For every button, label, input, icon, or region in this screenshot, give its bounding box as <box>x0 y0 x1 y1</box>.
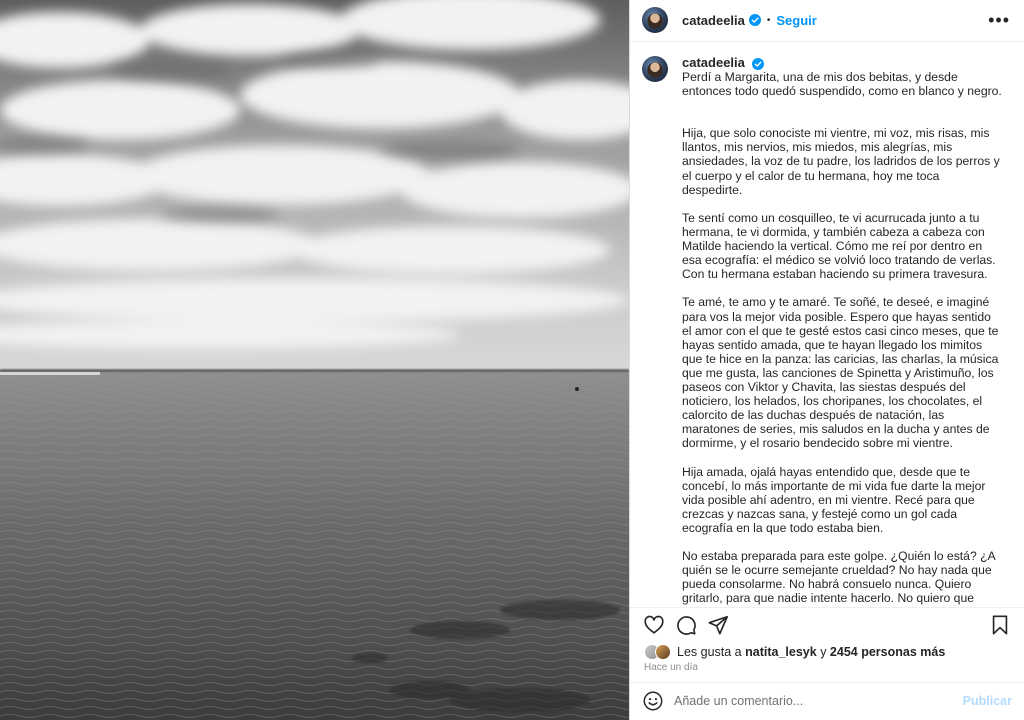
avatar[interactable] <box>642 7 668 34</box>
post-timestamp[interactable]: Hace un día <box>630 661 1024 677</box>
post-header: catadeelia • Seguir ••• <box>630 0 1024 42</box>
caption-text: catadeelia Perdí a Margarita, una de mis… <box>682 55 1002 607</box>
emoji-icon[interactable] <box>642 690 664 712</box>
comment-icon[interactable] <box>674 613 698 637</box>
caption-paragraph: Te amé, te amo y te amaré. Te soñé, te d… <box>682 295 999 451</box>
caption-paragraph: No estaba preparada para este golpe. ¿Qu… <box>682 549 1000 607</box>
liker-username[interactable]: natita_lesyk <box>745 645 817 659</box>
more-options-icon[interactable]: ••• <box>988 11 1010 29</box>
likes-count[interactable]: 2454 personas más <box>830 645 945 659</box>
liker-avatars <box>644 644 671 661</box>
caption-paragraph: Perdí a Margarita, una de mis dos bebita… <box>682 70 1002 99</box>
follow-button[interactable]: Seguir <box>776 13 816 28</box>
caption-paragraph: Hija, que solo conociste mi vientre, mi … <box>682 126 1000 197</box>
caption-paragraph: Hija amada, ojalá hayas entendido que, d… <box>682 464 986 535</box>
comment-box: Publicar <box>630 681 1024 720</box>
action-bar <box>630 606 1024 643</box>
caption-area: catadeelia Perdí a Margarita, una de mis… <box>630 42 1024 607</box>
comment-input[interactable] <box>674 694 963 709</box>
share-icon[interactable] <box>706 613 730 637</box>
post-sidebar: catadeelia • Seguir ••• catadeelia Perdí… <box>629 0 1024 720</box>
bw-sea-sky-image <box>0 0 629 720</box>
header-username[interactable]: catadeelia <box>682 13 745 28</box>
verified-badge-icon <box>748 14 761 27</box>
separator-dot: • <box>766 14 771 26</box>
caption-paragraph: Te sentí como un cosquilleo, te vi acurr… <box>682 210 996 282</box>
likes-summary: Les gusta a natita_lesyk y 2454 personas… <box>630 643 1024 661</box>
likes-prefix: Les gusta a <box>677 645 742 660</box>
caption-avatar[interactable] <box>642 55 668 82</box>
instagram-post-modal: catadeelia • Seguir ••• catadeelia Perdí… <box>0 0 1024 720</box>
verified-badge-icon <box>752 57 765 70</box>
caption-username[interactable]: catadeelia <box>682 55 745 70</box>
likes-connector: y <box>820 645 827 660</box>
publish-button[interactable]: Publicar <box>963 694 1012 708</box>
bookmark-icon[interactable] <box>988 613 1012 637</box>
heart-icon[interactable] <box>642 613 666 637</box>
post-photo[interactable] <box>0 0 629 720</box>
